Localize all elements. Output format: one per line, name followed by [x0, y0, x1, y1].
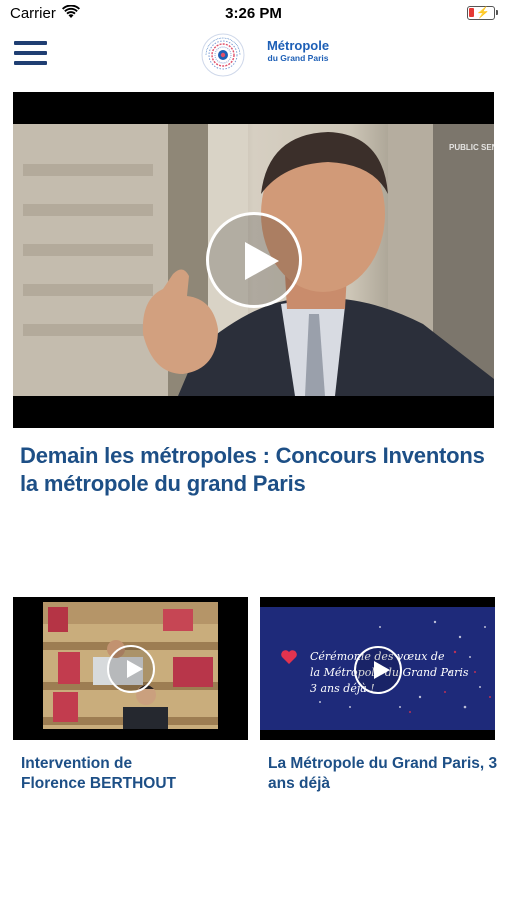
- clock: 3:26 PM: [225, 5, 282, 22]
- heart-icon: [281, 650, 297, 664]
- play-icon[interactable]: [107, 645, 155, 693]
- play-icon[interactable]: [206, 212, 302, 308]
- charging-bolt-icon: ⚡: [476, 7, 490, 19]
- video-card-title[interactable]: La Métropole du Grand Paris, 3 ans déjà: [268, 754, 498, 794]
- watermark-label: PUBLIC SENAT: [449, 143, 494, 152]
- nav-bar: Métropole du Grand Paris: [0, 28, 507, 80]
- metropole-logo[interactable]: Métropole du Grand Paris: [198, 30, 338, 78]
- hamburger-menu-icon[interactable]: [14, 40, 48, 68]
- card-title-line-2: ans déjà: [268, 775, 331, 792]
- card-title-line-2: Florence BERTHOUT: [21, 775, 177, 792]
- play-icon[interactable]: [354, 646, 402, 694]
- video-card-ceremony[interactable]: Cérémonie des vœux de la Métropole du Gr…: [260, 597, 495, 740]
- video-card-title[interactable]: Intervention de Florence BERTHOUT: [21, 754, 251, 794]
- seal-logo-icon: [201, 33, 245, 77]
- battery-icon: ⚡: [467, 6, 498, 20]
- featured-video-title[interactable]: Demain les métropoles : Concours Invento…: [20, 442, 490, 498]
- logo-title: Métropole: [266, 38, 330, 53]
- logo-subtitle: du Grand Paris: [267, 53, 329, 63]
- status-bar: Carrier 3:26 PM ⚡: [0, 0, 507, 28]
- card-title-line-1: Intervention de: [21, 755, 133, 772]
- video-card-berthout[interactable]: [13, 597, 248, 740]
- card-title-line-1: La Métropole du Grand Paris, 3: [268, 755, 498, 772]
- featured-video-player[interactable]: PUBLIC SENAT: [13, 92, 494, 428]
